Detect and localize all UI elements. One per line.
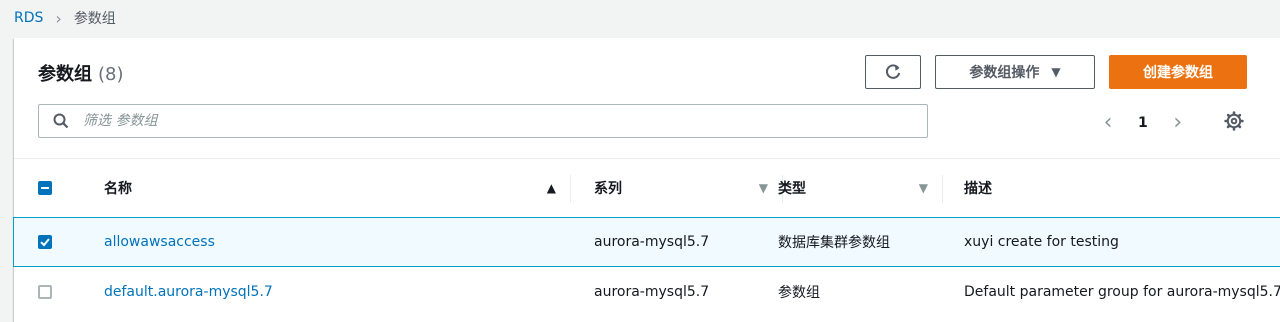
sort-descending-icon: ▼: [758, 181, 768, 195]
column-header-type[interactable]: 类型 ▼: [778, 159, 942, 217]
refresh-button[interactable]: [865, 55, 921, 89]
sort-ascending-icon: ▲: [546, 181, 556, 195]
family-cell: aurora-mysql5.7: [594, 234, 710, 250]
refresh-icon: [885, 64, 901, 79]
column-label-description: 描述: [964, 181, 992, 197]
column-divider: [942, 175, 943, 203]
column-divider: [570, 175, 571, 203]
checkbox-checked-icon: [38, 235, 52, 249]
filter-box: [38, 104, 928, 138]
select-all-checkbox[interactable]: [38, 159, 52, 217]
row-checkbox[interactable]: [38, 268, 52, 316]
sort-descending-icon: ▼: [918, 181, 928, 195]
indeterminate-checkbox-icon: [38, 181, 52, 195]
type-cell: 数据库集群参数组: [778, 235, 890, 251]
family-cell: aurora-mysql5.7: [594, 284, 710, 300]
previous-page-button[interactable]: ‹: [1098, 110, 1118, 135]
table-header: 名称 ▲ 系列 ▼ 类型 ▼ 描述: [14, 158, 1280, 218]
filter-input[interactable]: [81, 112, 905, 130]
current-page-number[interactable]: 1: [1138, 115, 1148, 131]
create-parameter-group-button[interactable]: 创建参数组: [1109, 55, 1247, 89]
page-title: 参数组 (8): [38, 60, 124, 86]
column-header-name[interactable]: 名称 ▲: [104, 159, 570, 217]
row-checkbox[interactable]: [38, 218, 52, 266]
parameter-group-name-link[interactable]: allowawsaccess: [104, 218, 564, 266]
chevron-right-icon: ›: [55, 8, 62, 28]
search-icon: [53, 113, 69, 129]
column-label-name: 名称: [104, 181, 132, 197]
table-row[interactable]: allowawsaccess aurora-mysql5.7 数据库集群参数组 …: [13, 217, 1280, 267]
breadcrumb-current: 参数组: [73, 11, 116, 27]
breadcrumb: RDS › 参数组: [14, 8, 116, 28]
breadcrumb-rds-link[interactable]: RDS: [14, 10, 43, 26]
next-page-button[interactable]: ›: [1168, 110, 1188, 135]
type-cell: 参数组: [778, 285, 820, 301]
description-cell: Default parameter group for aurora-mysql…: [964, 284, 1280, 300]
page-title-text: 参数组: [38, 64, 92, 85]
settings-gear-icon[interactable]: [1224, 111, 1244, 131]
pagination: ‹ 1 ›: [1098, 110, 1188, 135]
description-cell: xuyi create for testing: [964, 234, 1119, 250]
column-label-type: 类型: [778, 181, 806, 197]
parameter-group-name-link[interactable]: default.aurora-mysql5.7: [104, 268, 564, 316]
actions-label: 参数组操作: [969, 65, 1040, 81]
column-header-family[interactable]: 系列 ▼: [594, 159, 782, 217]
caret-down-icon: ▼: [1051, 65, 1061, 79]
checkbox-empty-icon: [38, 285, 52, 299]
column-label-family: 系列: [594, 181, 622, 197]
parameter-groups-panel: 参数组 (8) 参数组操作 ▼ 创建参数组 ‹ 1 ›: [13, 38, 1280, 322]
table-row[interactable]: default.aurora-mysql5.7 aurora-mysql5.7 …: [14, 268, 1280, 316]
item-count: (8): [98, 64, 124, 85]
parameter-group-actions-button[interactable]: 参数组操作 ▼: [935, 55, 1095, 89]
column-header-description[interactable]: 描述: [964, 159, 1264, 217]
